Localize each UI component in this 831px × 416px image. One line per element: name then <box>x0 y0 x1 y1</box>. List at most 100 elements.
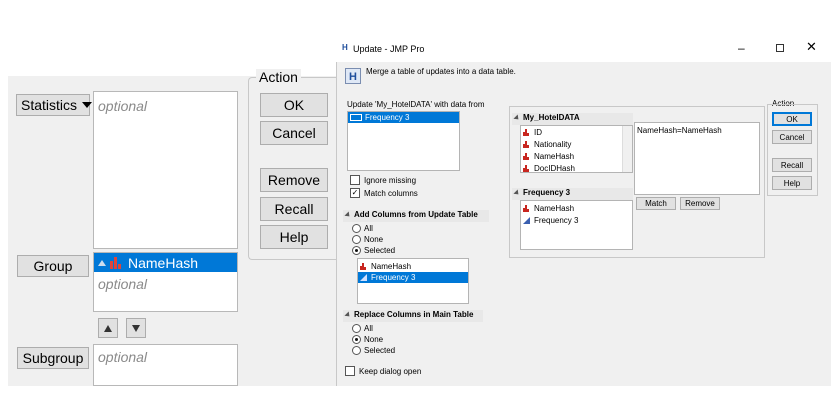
dialog-help-label: Help <box>783 178 801 188</box>
add-option-selected[interactable]: Selected <box>352 246 395 255</box>
statistics-drop-zone[interactable]: optional <box>93 91 238 249</box>
table-icon <box>350 114 362 121</box>
cancel-button[interactable]: Cancel <box>260 121 328 145</box>
dialog-recall-button[interactable]: Recall <box>772 158 812 172</box>
jmp-app-icon: H <box>342 43 348 52</box>
disclosure-icon <box>513 189 521 197</box>
radio-icon <box>352 224 361 233</box>
group-placeholder: optional <box>98 276 148 292</box>
minimize-icon[interactable]: – <box>738 41 745 55</box>
add-columns-header[interactable]: Add Columns from Update Table <box>343 210 489 222</box>
add-column-item[interactable]: NameHash <box>358 261 468 272</box>
group-drop-zone[interactable]: NameHash optional <box>93 252 238 312</box>
replace-option-selected-label: Selected <box>364 346 396 355</box>
update-table-item[interactable]: Frequency 3 <box>348 112 459 123</box>
dialog-help-button[interactable]: Help <box>772 176 812 190</box>
update-column-label: NameHash <box>534 204 575 213</box>
add-option-selected-label: Selected <box>364 246 396 255</box>
nominal-icon <box>523 141 530 148</box>
statistics-dropdown[interactable]: Statistics <box>16 94 93 116</box>
match-pairs-list[interactable]: NameHash=NameHash <box>634 122 760 195</box>
statistics-placeholder: optional <box>98 98 148 114</box>
checkmark-icon: ✓ <box>350 188 360 198</box>
match-columns-label: Match columns <box>364 188 418 198</box>
update-table-label: Frequency 3 <box>365 113 410 122</box>
radio-icon <box>352 324 361 333</box>
main-column-item[interactable]: DocIDHash <box>523 164 575 172</box>
sort-up-icon <box>98 259 106 266</box>
nominal-icon <box>523 153 530 160</box>
main-column-item[interactable]: Nationality <box>523 140 571 149</box>
match-pair-item[interactable]: NameHash=NameHash <box>637 126 722 135</box>
update-tool-icon: H <box>345 68 361 84</box>
group-item-label: NameHash <box>128 254 199 271</box>
add-option-none-label: None <box>364 235 384 244</box>
move-down-button[interactable] <box>126 318 146 338</box>
window-title: Update - JMP Pro <box>353 44 425 54</box>
main-column-item[interactable]: ID <box>523 128 542 137</box>
replace-option-none[interactable]: None <box>352 335 383 344</box>
match-button[interactable]: Match <box>636 197 676 210</box>
cancel-label: Cancel <box>272 125 316 141</box>
radio-icon <box>352 235 361 244</box>
remove-label: Remove <box>267 172 321 188</box>
close-icon[interactable]: ✕ <box>806 39 817 55</box>
recall-button[interactable]: Recall <box>260 197 328 221</box>
nominal-icon <box>360 263 367 270</box>
add-column-item-selected[interactable]: Frequency 3 <box>358 272 468 283</box>
add-option-none[interactable]: None <box>352 235 383 244</box>
replace-option-all[interactable]: All <box>352 324 373 333</box>
ignore-missing-checkbox[interactable]: Ignore missing <box>350 175 416 185</box>
move-up-button[interactable] <box>98 318 118 338</box>
dialog-recall-label: Recall <box>780 160 804 170</box>
group-label: Group <box>33 258 73 274</box>
caret-down-icon <box>82 102 93 108</box>
checkbox-icon <box>350 175 360 185</box>
nominal-icon <box>523 165 530 172</box>
update-columns-list[interactable]: NameHash Frequency 3 <box>520 200 633 250</box>
disclosure-icon <box>513 114 521 122</box>
radio-selected-icon <box>352 335 361 344</box>
add-option-all[interactable]: All <box>352 224 373 233</box>
dialog-ok-button[interactable]: OK <box>772 112 812 126</box>
replace-columns-header[interactable]: Replace Columns in Main Table <box>343 310 483 322</box>
nominal-icon <box>523 205 530 212</box>
add-column-label: NameHash <box>371 262 412 271</box>
keep-dialog-open-checkbox[interactable]: Keep dialog open <box>345 366 421 376</box>
add-columns-title: Add Columns from Update Table <box>354 210 478 219</box>
main-table-header[interactable]: My_HotelDATA <box>512 113 633 125</box>
replace-option-none-label: None <box>364 335 384 344</box>
replace-columns-title: Replace Columns in Main Table <box>354 310 474 319</box>
dialog-description: Merge a table of updates into a data tab… <box>366 67 516 76</box>
add-columns-list[interactable]: NameHash Frequency 3 <box>357 258 469 304</box>
subgroup-button[interactable]: Subgroup <box>17 347 89 369</box>
maximize-icon[interactable] <box>776 44 784 52</box>
radio-selected-icon <box>352 246 361 255</box>
group-button[interactable]: Group <box>17 255 89 277</box>
remove-button[interactable]: Remove <box>260 168 328 192</box>
ok-label: OK <box>283 97 305 113</box>
main-column-label: NameHash <box>534 152 575 161</box>
main-table-name: My_HotelDATA <box>523 113 580 122</box>
match-label: Match <box>645 199 667 208</box>
radio-icon <box>352 346 361 355</box>
dialog-cancel-button[interactable]: Cancel <box>772 130 812 144</box>
ok-button[interactable]: OK <box>260 93 328 117</box>
move-down-icon <box>132 324 140 332</box>
ignore-missing-label: Ignore missing <box>364 175 417 185</box>
disclosure-icon <box>344 311 352 319</box>
update-column-item[interactable]: NameHash <box>523 204 574 213</box>
main-columns-list[interactable]: ID Nationality NameHash DocIDHash <box>520 125 633 173</box>
add-column-label: Frequency 3 <box>371 273 416 282</box>
update-table-list[interactable]: Frequency 3 <box>347 111 460 171</box>
main-column-item[interactable]: NameHash <box>523 152 574 161</box>
replace-option-selected[interactable]: Selected <box>352 346 395 355</box>
match-columns-checkbox[interactable]: ✓ Match columns <box>350 188 418 198</box>
scrollbar[interactable] <box>622 126 632 172</box>
help-button[interactable]: Help <box>260 225 328 249</box>
subgroup-drop-zone[interactable]: optional <box>93 344 238 386</box>
update-column-item[interactable]: Frequency 3 <box>523 216 578 225</box>
match-remove-button[interactable]: Remove <box>680 197 720 210</box>
update-table-header[interactable]: Frequency 3 <box>512 188 633 200</box>
group-item-namehash[interactable]: NameHash <box>94 253 237 272</box>
